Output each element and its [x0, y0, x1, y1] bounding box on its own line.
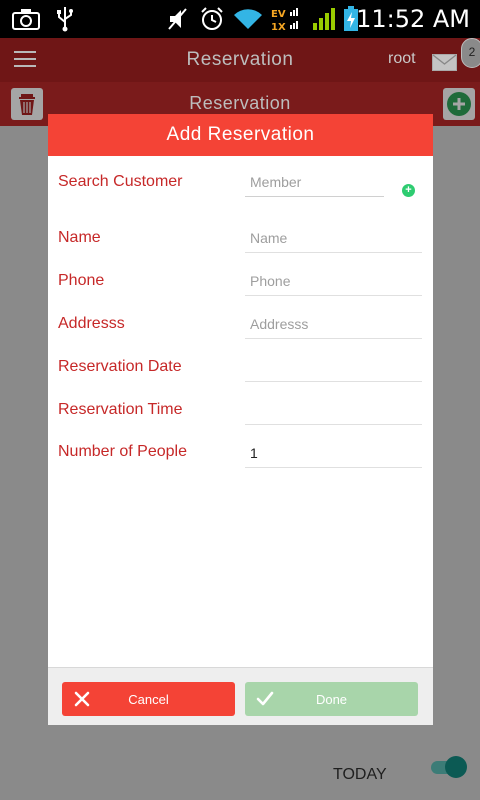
number-of-people-label: Number of People: [58, 443, 187, 460]
address-input[interactable]: [245, 309, 422, 339]
plus-circle-icon: [447, 92, 471, 116]
reservation-time-label: Reservation Time: [58, 401, 183, 418]
signal-icon: [312, 6, 336, 32]
camera-icon: [12, 6, 40, 32]
reservation-time-input[interactable]: [245, 395, 422, 425]
evdo-signal-icon: EV 1X: [270, 6, 304, 32]
member-search-input[interactable]: [245, 167, 384, 197]
reservation-date-input[interactable]: [245, 352, 422, 382]
status-clock: 11:52 AM: [356, 5, 470, 33]
address-label: Addresss: [58, 315, 125, 332]
add-button[interactable]: [443, 88, 475, 120]
check-icon: [256, 691, 274, 706]
close-icon: [74, 691, 90, 707]
today-toggle[interactable]: [431, 756, 467, 778]
alarm-icon: [199, 6, 225, 32]
number-of-people-input[interactable]: [245, 438, 422, 468]
mail-icon[interactable]: [432, 54, 457, 71]
add-reservation-dialog: Add Reservation Search Customer + Name P…: [48, 114, 433, 725]
usb-icon: [56, 6, 74, 32]
user-label: root: [388, 50, 416, 67]
dialog-footer: Cancel Done: [48, 667, 433, 725]
name-label: Name: [58, 229, 101, 246]
cancel-button[interactable]: Cancel: [62, 682, 235, 716]
dialog-title: Add Reservation: [48, 114, 433, 156]
mute-icon: [166, 6, 188, 32]
phone-input[interactable]: [245, 266, 422, 296]
svg-text:1X: 1X: [271, 22, 286, 32]
search-customer-label: Search Customer: [58, 173, 183, 190]
svg-text:EV: EV: [271, 9, 286, 20]
today-label[interactable]: TODAY: [333, 766, 387, 784]
status-bar: EV 1X 11:52 AM: [0, 0, 480, 38]
app-bar: Reservation root 2: [0, 38, 480, 82]
phone-label: Phone: [58, 272, 105, 289]
reservation-date-label: Reservation Date: [58, 358, 182, 375]
notification-badge: 2: [461, 38, 480, 68]
name-input[interactable]: [245, 223, 422, 253]
done-button[interactable]: Done: [245, 682, 418, 716]
add-member-plus-icon[interactable]: +: [402, 184, 415, 197]
wifi-icon: [232, 6, 264, 32]
sub-title: Reservation: [189, 93, 291, 113]
